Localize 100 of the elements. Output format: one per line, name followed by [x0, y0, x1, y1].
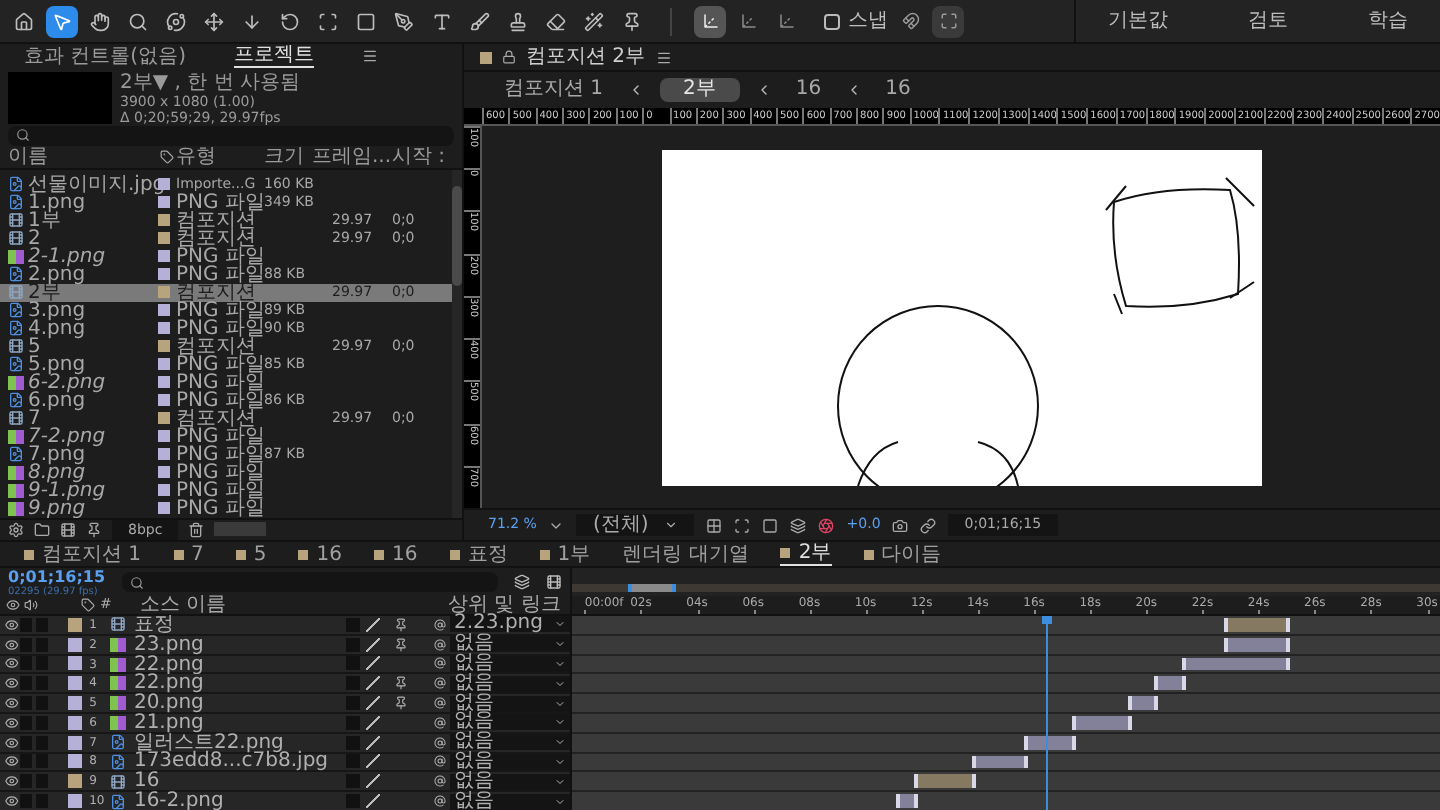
- bar-out-handle[interactable]: [971, 774, 976, 789]
- layer-bar[interactable]: [1183, 657, 1289, 671]
- layers-icon[interactable]: [514, 574, 530, 590]
- eye-icon[interactable]: [4, 598, 22, 612]
- panel-tab[interactable]: 프로젝트: [233, 44, 314, 69]
- label-swatch[interactable]: [158, 466, 170, 478]
- layers-icon[interactable]: [790, 517, 807, 533]
- layer-name[interactable]: 16-2.png: [133, 792, 224, 810]
- pin-icon[interactable]: [393, 617, 408, 632]
- workspace-tab[interactable]: 검토: [1248, 6, 1288, 36]
- pin-icon[interactable]: [86, 521, 102, 538]
- column-header[interactable]: 소스 이름: [124, 595, 360, 615]
- square-icon[interactable]: [762, 517, 779, 533]
- label-swatch[interactable]: [158, 502, 170, 514]
- spiral-icon[interactable]: [433, 735, 446, 750]
- layer-name[interactable]: 16: [133, 772, 160, 791]
- switch-box[interactable]: [19, 715, 32, 730]
- parent-dropdown[interactable]: 없음: [450, 675, 570, 692]
- current-time[interactable]: 0;01;16;15: [8, 567, 106, 585]
- color-wheel-icon[interactable]: [818, 517, 835, 533]
- trash-icon[interactable]: [188, 521, 205, 538]
- label-swatch[interactable]: [158, 376, 170, 388]
- label-swatch[interactable]: [158, 214, 170, 226]
- viewer-tab[interactable]: 컴포지션 2부: [526, 46, 646, 68]
- label-swatch[interactable]: [67, 774, 82, 789]
- label-swatch[interactable]: [158, 484, 170, 496]
- film-icon[interactable]: [546, 574, 562, 590]
- bar-in-handle[interactable]: [1224, 637, 1229, 652]
- bar-in-handle[interactable]: [1224, 618, 1229, 632]
- spiral-icon[interactable]: [433, 794, 446, 809]
- column-header[interactable]: 크기: [264, 146, 312, 168]
- label-swatch[interactable]: [158, 286, 170, 298]
- playhead-handle[interactable]: [1041, 616, 1052, 624]
- layer-bar[interactable]: [1074, 715, 1131, 730]
- spiral-icon[interactable]: [433, 754, 446, 769]
- scan-icon[interactable]: [734, 517, 751, 533]
- spiral-icon[interactable]: [433, 676, 446, 691]
- label-swatch[interactable]: [67, 696, 82, 711]
- breadcrumb-item[interactable]: 2부: [659, 78, 740, 102]
- label-swatch[interactable]: [67, 637, 82, 652]
- label-swatch[interactable]: [158, 394, 170, 406]
- spiral-icon[interactable]: [433, 617, 446, 632]
- bar-out-handle[interactable]: [1153, 696, 1158, 710]
- label-swatch[interactable]: [158, 340, 170, 352]
- resolution-dropdown[interactable]: (전체): [576, 514, 695, 536]
- bar-out-handle[interactable]: [1024, 755, 1029, 769]
- timeline-tab[interactable]: 16: [298, 543, 343, 565]
- eye-icon[interactable]: [4, 617, 20, 632]
- bar-in-handle[interactable]: [895, 794, 900, 808]
- bar-in-handle[interactable]: [1153, 676, 1158, 691]
- layer-bar[interactable]: [1226, 637, 1289, 652]
- switch-box[interactable]: [19, 676, 32, 691]
- parent-dropdown[interactable]: 없음: [450, 753, 570, 770]
- column-header[interactable]: 프레임...: [312, 146, 392, 168]
- parent-dropdown[interactable]: 없음: [450, 734, 570, 751]
- project-item[interactable]: 9.png PNG 파일: [0, 499, 452, 517]
- label-swatch[interactable]: [67, 656, 82, 671]
- timeline-tab[interactable]: 2부: [780, 542, 832, 566]
- parent-dropdown[interactable]: 없음: [450, 793, 570, 810]
- speaker-icon[interactable]: [22, 598, 40, 612]
- parent-dropdown[interactable]: 없음: [450, 655, 570, 672]
- layer-bar[interactable]: [1026, 735, 1075, 750]
- snap-option-button[interactable]: [932, 5, 964, 37]
- switch-box[interactable]: [19, 617, 32, 632]
- column-header[interactable]: 유형: [176, 146, 264, 168]
- link-icon[interactable]: [920, 517, 937, 533]
- panel-tab[interactable]: 효과 컨트롤(없음): [24, 45, 186, 68]
- search-field[interactable]: [8, 126, 454, 145]
- layer-bar[interactable]: [973, 755, 1027, 769]
- eye-icon[interactable]: [4, 735, 20, 750]
- layer-name[interactable]: 일러스트22.png: [133, 733, 284, 752]
- switch-box[interactable]: [19, 774, 32, 789]
- timeline-tab[interactable]: 표정: [449, 543, 508, 565]
- label-swatch[interactable]: [158, 412, 170, 424]
- label-icon[interactable]: [76, 598, 100, 612]
- bar-out-handle[interactable]: [1181, 676, 1186, 691]
- layer-name[interactable]: 23.png: [133, 635, 204, 654]
- bar-out-handle[interactable]: [1286, 618, 1291, 632]
- search-field[interactable]: [121, 572, 498, 592]
- timeline-tab[interactable]: 5: [235, 543, 267, 565]
- label-icon[interactable]: [158, 150, 176, 164]
- axis-button[interactable]: [694, 5, 726, 37]
- bar-out-handle[interactable]: [1286, 657, 1291, 671]
- eye-icon[interactable]: [4, 754, 20, 769]
- pin-icon[interactable]: [393, 676, 408, 691]
- timeline-tab[interactable]: 다이듬: [863, 543, 942, 565]
- label-swatch[interactable]: [158, 304, 170, 316]
- timeline-tab[interactable]: 컴포지션 1: [24, 543, 142, 565]
- bar-in-handle[interactable]: [1024, 735, 1029, 750]
- timeline-tab[interactable]: 1부: [539, 543, 591, 565]
- spiral-icon[interactable]: [433, 774, 446, 789]
- workspace-tab[interactable]: 기본값: [1108, 6, 1168, 36]
- project-item[interactable]: 8.png PNG 파일: [0, 463, 452, 481]
- eye-icon[interactable]: [4, 794, 20, 809]
- bar-in-handle[interactable]: [971, 755, 976, 769]
- label-swatch[interactable]: [67, 754, 82, 769]
- label-swatch[interactable]: [158, 448, 170, 460]
- lock-icon[interactable]: [502, 50, 516, 64]
- breadcrumb-item[interactable]: 16: [787, 78, 830, 102]
- layer-name[interactable]: 22.png: [133, 674, 204, 693]
